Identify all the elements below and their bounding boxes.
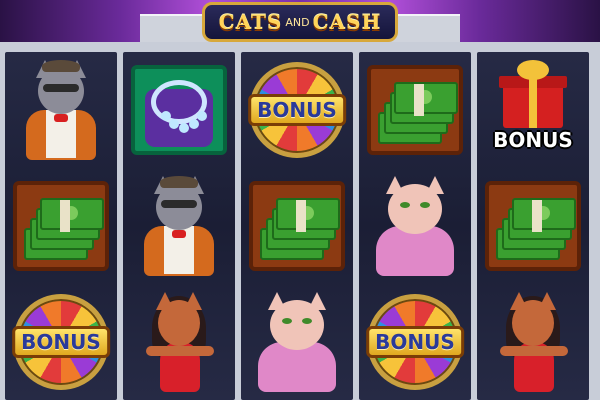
cash-symbol-frame — [13, 181, 109, 271]
bonus-wheel-icon: BONUS — [12, 294, 110, 390]
cash-symbol-frame — [249, 181, 345, 271]
reel-3: BONUS — [241, 52, 353, 400]
symbol-cat-gangster — [5, 52, 117, 168]
money-stack-icon — [374, 78, 458, 144]
bonus-wheel-icon: BONUS — [248, 62, 346, 158]
reel-4: BONUS — [359, 52, 471, 400]
reel-5: BONUS — [477, 52, 589, 400]
money-stack-icon — [256, 194, 340, 260]
logo-word-and: AND — [285, 15, 310, 29]
symbol-bonus-wheel: BONUS — [359, 284, 471, 400]
game-logo: CATS AND CASH — [202, 2, 398, 42]
cash-symbol-frame — [485, 181, 581, 271]
gift-box-icon: BONUS — [493, 60, 573, 160]
money-stack-icon — [492, 194, 576, 260]
symbol-bonus-wheel: BONUS — [5, 284, 117, 400]
symbol-cat-gangster — [123, 168, 235, 284]
diva-cat-icon — [134, 290, 224, 394]
symbol-cat-diva — [123, 284, 235, 400]
symbol-cat-diva — [477, 284, 589, 400]
persian-cat-icon — [370, 174, 460, 278]
symbol-bonus-gift: BONUS — [477, 52, 589, 168]
reel-2 — [123, 52, 235, 400]
symbol-cat-persian — [241, 284, 353, 400]
bonus-wheel-icon: BONUS — [366, 294, 464, 390]
logo-word-cash: CASH — [312, 10, 382, 34]
money-stack-icon — [20, 194, 104, 260]
symbol-cash — [359, 52, 471, 168]
symbol-cash — [477, 168, 589, 284]
symbol-cat-persian — [359, 168, 471, 284]
persian-cat-icon — [252, 290, 342, 394]
bonus-label: BONUS — [493, 128, 573, 152]
diva-cat-icon — [488, 290, 578, 394]
symbol-jewel-necklace — [123, 52, 235, 168]
reel-1: BONUS — [5, 52, 117, 400]
bonus-label: BONUS — [366, 326, 464, 358]
symbol-cash — [5, 168, 117, 284]
symbol-bonus-wheel: BONUS — [241, 52, 353, 168]
bonus-label: BONUS — [12, 326, 110, 358]
gangster-cat-icon — [16, 58, 106, 162]
logo-word-cats: CATS — [218, 10, 283, 34]
gangster-cat-icon — [134, 174, 224, 278]
bonus-label: BONUS — [248, 94, 346, 126]
symbol-cash — [241, 168, 353, 284]
jewel-symbol-frame — [131, 65, 227, 155]
cash-symbol-frame — [367, 65, 463, 155]
